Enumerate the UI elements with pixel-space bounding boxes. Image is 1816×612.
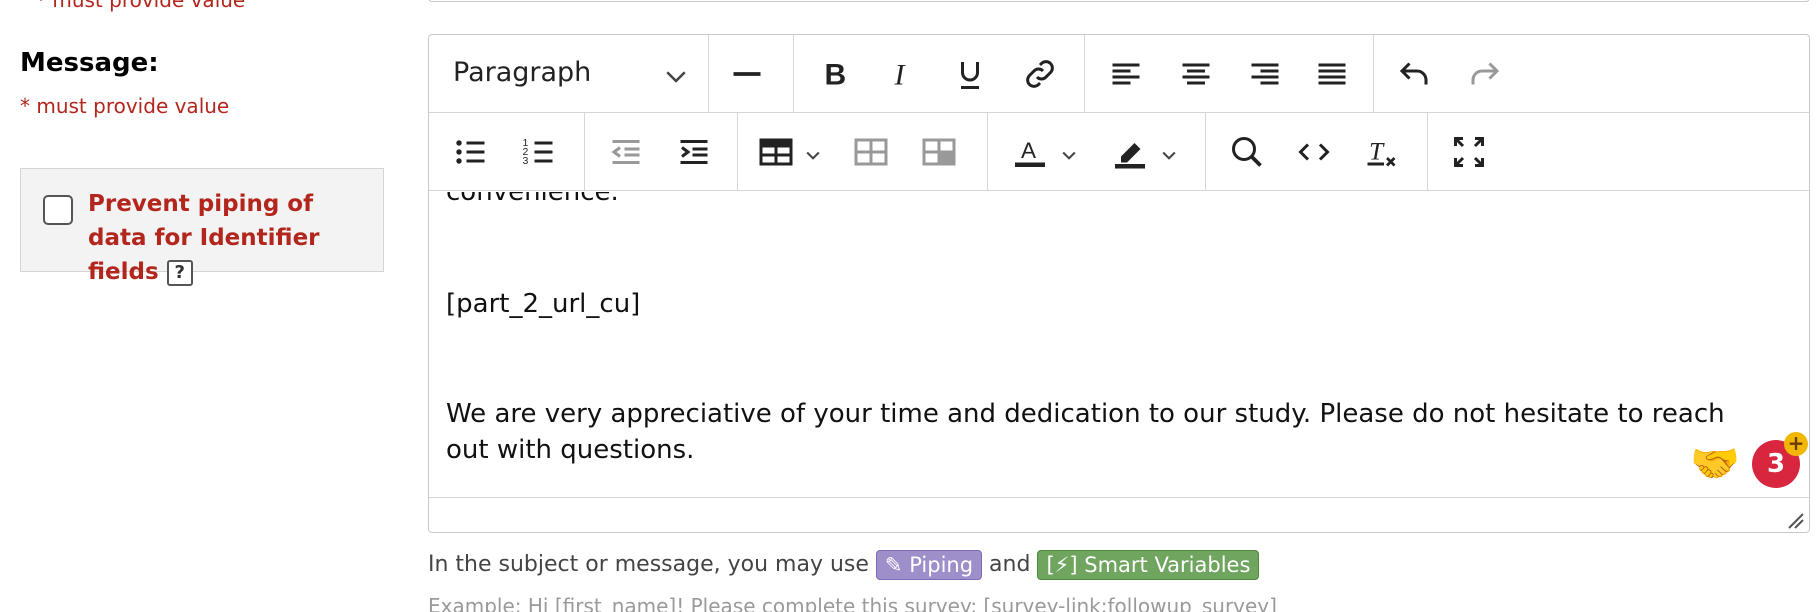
align-center-button[interactable] (1175, 53, 1217, 95)
example-text: Example: Hi [first_name]! Please complet… (428, 594, 1277, 612)
toolbar-separator (987, 113, 988, 191)
helper-prefix: In the subject or message, you may use (428, 552, 869, 577)
table-row-button[interactable] (850, 131, 892, 173)
content-line: convenience. (446, 192, 619, 207)
justify-icon (1318, 63, 1346, 85)
horizontal-line-button[interactable] (726, 53, 768, 95)
editor-content[interactable]: convenience. [part_2_url_cu] We are very… (429, 192, 1809, 498)
chevron-down-icon[interactable] (1059, 145, 1079, 165)
justify-button[interactable] (1311, 53, 1353, 95)
redo-icon (1471, 62, 1500, 85)
svg-text:B: B (825, 59, 847, 92)
source-code-button[interactable] (1293, 131, 1335, 173)
chevron-down-icon[interactable] (803, 145, 823, 165)
redo-button[interactable] (1464, 53, 1506, 95)
bold-button[interactable]: B (814, 53, 856, 95)
fullscreen-icon (1454, 137, 1484, 167)
fullscreen-button[interactable] (1448, 131, 1490, 173)
outdent-button[interactable] (605, 131, 647, 173)
align-left-button[interactable] (1105, 53, 1147, 95)
align-left-icon (1112, 63, 1140, 85)
handshake-icon[interactable]: 🤝 (1690, 440, 1740, 487)
italic-icon: I (894, 59, 907, 92)
text-color-icon: A (1015, 138, 1045, 167)
table-button[interactable] (755, 131, 797, 173)
numbered-list-button[interactable]: 123 (518, 131, 560, 173)
table-row-icon (854, 138, 888, 166)
toolbar-row-1: Paragraph B I (429, 35, 1809, 113)
outdent-icon (611, 140, 640, 164)
pencil-icon: ✎ (884, 553, 903, 577)
message-label: Message: (20, 48, 159, 78)
undo-icon (1399, 62, 1428, 85)
clear-formatting-button[interactable]: T (1360, 131, 1402, 173)
piping-button[interactable]: ✎ Piping (875, 550, 983, 580)
code-icon (1298, 143, 1330, 161)
table-icon (759, 138, 793, 166)
chevron-down-icon[interactable] (1159, 145, 1179, 165)
svg-text:A: A (1021, 138, 1036, 163)
bullet-list-icon (456, 140, 485, 164)
toolbar-separator (708, 35, 709, 113)
svg-text:3: 3 (523, 155, 529, 167)
indent-icon (680, 140, 708, 164)
help-icon[interactable]: ? (166, 259, 193, 286)
align-right-button[interactable] (1244, 53, 1286, 95)
bullet-list-button[interactable] (450, 131, 492, 173)
find-replace-button[interactable] (1226, 131, 1268, 173)
toolbar-separator (1205, 113, 1206, 191)
prevent-piping-option: Prevent piping of data for Identifier fi… (20, 168, 384, 286)
chevron-down-icon[interactable] (661, 61, 691, 91)
helper-and: and (989, 552, 1031, 577)
page: * must provide value Message: * must pro… (0, 0, 1816, 612)
content-line: We are very appreciative of your time an… (446, 399, 1725, 465)
table-cell-button[interactable] (918, 131, 960, 173)
resize-handle-icon[interactable] (1785, 510, 1805, 530)
content-line: [part_2_url_cu] (446, 289, 641, 319)
block-format-select[interactable]: Paragraph (453, 57, 591, 88)
underline-button[interactable] (949, 53, 991, 95)
align-center-icon (1182, 63, 1210, 85)
toolbar-row-2: 123 A T (429, 113, 1809, 191)
prevent-piping-checkbox[interactable] (43, 195, 73, 225)
underline-icon (961, 62, 979, 89)
text-color-button[interactable]: A (1009, 131, 1051, 173)
indent-button[interactable] (673, 131, 715, 173)
link-icon (1026, 60, 1054, 88)
editor-statusbar (429, 497, 1809, 532)
prevent-piping-label[interactable]: Prevent piping of data for Identifier fi… (88, 187, 378, 289)
bold-icon: B (825, 59, 847, 92)
plus-icon[interactable]: + (1784, 432, 1808, 456)
helper-text: In the subject or message, you may use ✎… (428, 550, 1260, 580)
toolbar-separator (1373, 35, 1374, 113)
align-right-icon (1251, 63, 1279, 85)
numbered-list-icon: 123 (523, 137, 553, 167)
italic-button[interactable]: I (881, 53, 923, 95)
svg-text:T: T (1369, 137, 1385, 166)
clear-formatting-icon: T (1367, 137, 1396, 167)
svg-text:I: I (894, 59, 907, 92)
subject-input[interactable] (428, 0, 1810, 2)
toolbar-separator (1427, 113, 1428, 191)
rich-text-editor: Paragraph B I 1 2 3 A T convenience. [pa… (428, 34, 1810, 533)
top-required-note: * must provide value (36, 0, 246, 12)
required-note: * must provide value (20, 94, 230, 118)
horizontal-line-icon (733, 72, 761, 76)
table-cell-icon (922, 138, 956, 166)
highlight-color-button[interactable] (1109, 131, 1151, 173)
smart-variables-button[interactable]: [⚡] Smart Variables (1037, 550, 1260, 580)
highlighter-icon (1115, 143, 1145, 169)
link-button[interactable] (1019, 53, 1061, 95)
toolbar-separator (1084, 35, 1085, 113)
search-icon (1232, 137, 1262, 167)
toolbar-separator (584, 113, 585, 191)
toolbar-separator (737, 113, 738, 191)
undo-button[interactable] (1393, 53, 1435, 95)
toolbar-separator (793, 35, 794, 113)
